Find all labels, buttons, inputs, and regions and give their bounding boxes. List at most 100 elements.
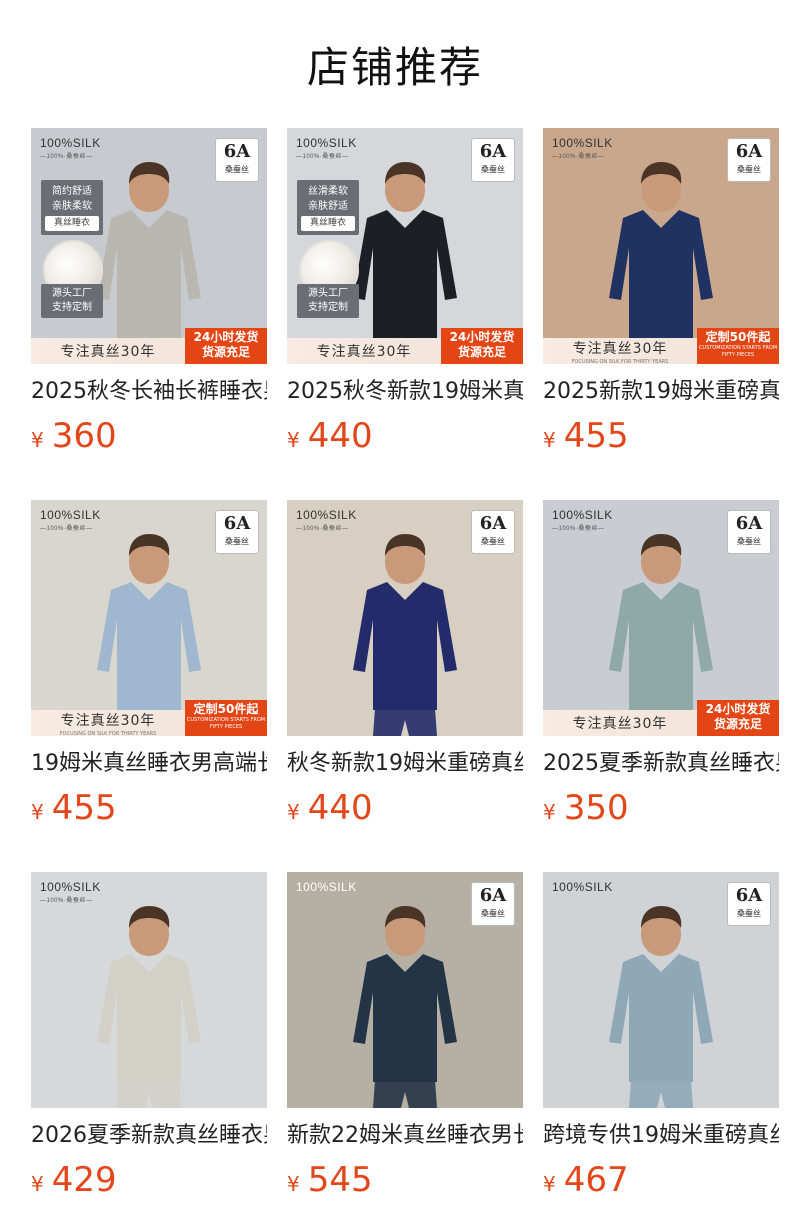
silk-logo: 100%SILK —100%·桑蚕丝— (40, 880, 101, 904)
promo-line: 货源充足 (201, 345, 250, 359)
product-image[interactable]: 100%SILK —100%·桑蚕丝— 6A 桑蚕丝专注真丝30年 FOCUSING O… (31, 500, 267, 736)
source-tag: 支持定制 (52, 302, 92, 313)
grade-main: 6A (479, 141, 507, 162)
grade-main: 6A (479, 885, 507, 906)
product-card[interactable]: 100%SILK —100%·桑蚕丝— 6A 桑蚕丝 丝滑柔软 亲肤舒适 真丝睡衣 源头工厂支… (287, 128, 523, 456)
product-card[interactable]: 100%SILK —100%·桑蚕丝— 6A 桑蚕丝 专注真丝30年 24小时发货 货源充足… (543, 500, 779, 828)
product-card[interactable]: 100%SILK —100%·桑蚕丝— 6A 桑蚕丝专注真丝30年 FOCUSING O… (543, 128, 779, 456)
grade-sub: 桑蚕丝 (225, 537, 249, 546)
grade-badge: 6A 桑蚕丝 (727, 138, 771, 182)
grade-badge: 6A 桑蚕丝 (727, 510, 771, 554)
currency-symbol: ¥ (31, 428, 44, 452)
grade-badge: 6A 桑蚕丝 (215, 510, 259, 554)
promo-en: CUSTOMIZATION STARTS FROM FIFTY PIECES (186, 717, 266, 730)
currency-symbol: ¥ (31, 800, 44, 824)
product-price: ¥467 (543, 1160, 779, 1200)
price-value: 440 (307, 788, 373, 828)
price-value: 350 (563, 788, 629, 828)
product-price: ¥545 (287, 1160, 523, 1200)
feature-tag-mini: 真丝睡衣 (45, 216, 99, 231)
product-image[interactable]: 100%SILK 6A 桑蚕丝 (543, 872, 779, 1108)
feature-tag: 简约舒适 (52, 186, 92, 197)
product-price: ¥455 (31, 788, 267, 828)
page-header: 店铺推荐 (0, 0, 790, 128)
feature-tag: 亲肤舒适 (308, 201, 348, 212)
product-image[interactable]: 100%SILK —100%·桑蚕丝— 6A 桑蚕丝 丝滑柔软 亲肤舒适 真丝睡衣 源头工厂支… (287, 128, 523, 364)
promo-line: 定制50件起 (193, 702, 259, 716)
product-price: ¥360 (31, 416, 267, 456)
product-card[interactable]: 100%SILK 6A 桑蚕丝跨境专供19姆米重磅真丝睡衣 ¥467 (543, 872, 779, 1200)
page-title: 店铺推荐 (306, 42, 483, 92)
product-card[interactable]: 100%SILK—100%·桑蚕丝— 2026夏季新款真丝睡衣男短袖 ¥429 (31, 872, 267, 1200)
promo-line: 24小时发货 (705, 702, 771, 716)
product-title[interactable]: 2025夏季新款真丝睡衣男短袖 (543, 750, 779, 778)
focus-text: 专注真丝30年 (60, 344, 156, 360)
product-image[interactable]: 100%SILK 6A 桑蚕丝 (287, 872, 523, 1108)
silk-logo: 100%SILK —100%·桑蚕丝— (296, 136, 357, 160)
product-title[interactable]: 秋冬新款19姆米重磅真丝睡衣 (287, 750, 523, 778)
product-title[interactable]: 19姆米真丝睡衣男高端长袖 (31, 750, 267, 778)
product-card[interactable]: 100%SILK —100%·桑蚕丝— 6A 桑蚕丝专注真丝30年 FOCUSING O… (31, 500, 267, 828)
silk-logo-sub: —100%·桑蚕丝— (552, 526, 605, 532)
silk-logo-sub: —100%·桑蚕丝— (552, 154, 605, 160)
grade-main: 6A (735, 885, 763, 906)
grade-sub: 桑蚕丝 (225, 165, 249, 174)
feature-tag: 丝滑柔软 (308, 186, 348, 197)
grade-badge: 6A 桑蚕丝 (471, 510, 515, 554)
silk-logo: 100%SILK (296, 880, 357, 894)
promo-badge: 定制50件起 CUSTOMIZATION STARTS FROM FIFTY PI… (697, 328, 779, 364)
product-title[interactable]: 2025秋冬新款19姆米真丝睡衣 (287, 378, 523, 406)
product-price: ¥455 (543, 416, 779, 456)
source-tags: 源头工厂 支持定制 (41, 284, 103, 318)
promo-badge: 24小时发货 货源充足 (441, 328, 523, 364)
price-value: 545 (307, 1160, 373, 1200)
grade-main: 6A (479, 513, 507, 534)
product-title[interactable]: 2026夏季新款真丝睡衣男短袖 (31, 1122, 267, 1150)
product-image[interactable]: 100%SILK —100%·桑蚕丝— 6A 桑蚕丝简约舒适亲肤柔软真丝睡衣源头工厂支… (31, 128, 267, 364)
grade-main: 6A (223, 513, 251, 534)
product-image[interactable]: 100%SILK —100%·桑蚕丝— 6A 桑蚕丝 专注真丝30年 24小时发货 货源充足 (543, 500, 779, 736)
product-grid: 100%SILK —100%·桑蚕丝— 6A 桑蚕丝 简约舒适 亲肤柔软 真丝睡衣 源头工厂支… (0, 128, 790, 1200)
silk-logo: 100%SILK —100%·桑蚕丝— (40, 508, 101, 532)
currency-symbol: ¥ (543, 1172, 556, 1196)
product-image[interactable]: 100%SILK —100%·桑蚕丝— 6A 桑蚕丝专注真丝30年 FOCUSING O… (543, 128, 779, 364)
product-title[interactable]: 2025新款19姆米重磅真丝睡衣 (543, 378, 779, 406)
promo-badge: 定制50件起 CUSTOMIZATION STARTS FROM FIFTY PI… (185, 700, 267, 736)
model-figure (97, 906, 201, 1108)
product-card[interactable]: 100%SILK —100%·桑蚕丝— 6A 桑蚕丝简约舒适亲肤柔软真丝睡衣源头工厂支… (31, 128, 267, 456)
silk-logo: 100%SILK (552, 880, 613, 894)
grade-badge: 6A 桑蚕丝 (471, 882, 515, 926)
product-title[interactable]: 2025秋冬长袖长裤睡衣男真丝 (31, 378, 267, 406)
product-card[interactable]: 100%SILK 6A 桑蚕丝新款22姆米真丝睡衣男长袖 ¥545 (287, 872, 523, 1200)
currency-symbol: ¥ (31, 1172, 44, 1196)
grade-main: 6A (223, 141, 251, 162)
product-price: ¥429 (31, 1160, 267, 1200)
product-title[interactable]: 新款22姆米真丝睡衣男长袖 (287, 1122, 523, 1150)
source-tags: 源头工厂 支持定制 (297, 284, 359, 318)
grade-sub: 桑蚕丝 (737, 165, 761, 174)
product-title[interactable]: 跨境专供19姆米重磅真丝睡衣 (543, 1122, 779, 1150)
silk-logo: 100%SILK —100%·桑蚕丝— (552, 136, 613, 160)
product-price: ¥440 (287, 788, 523, 828)
silk-logo: 100%SILK —100%·桑蚕丝— (40, 136, 101, 160)
product-image[interactable]: 100%SILK —100%·桑蚕丝— (31, 872, 267, 1108)
source-tag: 源头工厂 (308, 288, 348, 299)
promo-line: 24小时发货 (449, 330, 515, 344)
product-image[interactable]: 100%SILK —100%·桑蚕丝— 6A 桑蚕丝 (287, 500, 523, 736)
focus-text: 专注真丝30年 (316, 344, 412, 360)
feature-tag: 亲肤柔软 (52, 201, 92, 212)
focus-text: 专注真丝30年 (572, 716, 668, 732)
focus-text: 专注真丝30年 FOCUSING ON SILK FOR THIRTY YEARS (543, 338, 697, 365)
grade-sub: 桑蚕丝 (737, 909, 761, 918)
focus-text: 专注真丝30年 FOCUSING ON SILK FOR THIRTY YEARS (31, 710, 185, 737)
grade-sub: 桑蚕丝 (481, 165, 505, 174)
silk-logo: 100%SILK —100%·桑蚕丝— (296, 508, 357, 532)
promo-badge: 24小时发货 货源充足 (697, 700, 779, 736)
currency-symbol: ¥ (287, 428, 300, 452)
grade-main: 6A (735, 513, 763, 534)
product-card[interactable]: 100%SILK—100%·桑蚕丝— 6A 桑蚕丝秋冬新款19姆米重磅真丝睡衣 ¥44… (287, 500, 523, 828)
promo-line: 定制50件起 (705, 330, 771, 344)
promo-line: 24小时发货 (193, 330, 259, 344)
price-value: 455 (51, 788, 117, 828)
grade-badge: 6A 桑蚕丝 (215, 138, 259, 182)
